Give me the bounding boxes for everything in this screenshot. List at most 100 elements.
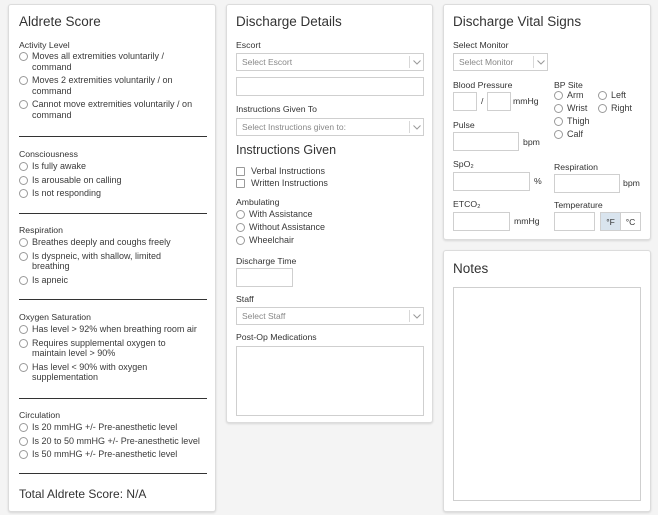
radio-button[interactable]: [19, 76, 28, 85]
post-op-medications-label: Post-Op Medications: [236, 332, 317, 342]
chevron-down-icon: [409, 56, 423, 68]
ambulating-option[interactable]: Without Assistance: [236, 222, 426, 233]
radio-button[interactable]: [19, 238, 28, 247]
radio-button[interactable]: [19, 100, 28, 109]
circulation-label: Circulation: [19, 410, 61, 420]
staff-label: Staff: [236, 294, 254, 304]
activity-option[interactable]: Cannot move extremities voluntarily / on…: [19, 99, 211, 120]
respiration-unit: bpm: [623, 178, 640, 188]
radio-button[interactable]: [19, 52, 28, 61]
spo2-unit: %: [534, 176, 542, 186]
spo2-input[interactable]: [453, 172, 530, 191]
notes-title: Notes: [453, 261, 489, 276]
total-aldrete-score: Total Aldrete Score: N/A: [19, 487, 146, 501]
monitor-select[interactable]: Select Monitor: [453, 53, 548, 71]
divider: [19, 473, 207, 474]
checkbox[interactable]: [236, 178, 245, 188]
discharge-details-panel: Discharge Details Escort Select Escort I…: [226, 4, 433, 423]
activity-level-label: Activity Level: [19, 40, 70, 50]
chevron-down-icon: [533, 56, 547, 68]
circulation-option[interactable]: Is 20 to 50 mmHG +/- Pre-anesthetic leve…: [19, 436, 211, 447]
radio-button[interactable]: [19, 175, 28, 185]
bp-side-option[interactable]: Right: [598, 103, 632, 114]
bp-separator: /: [481, 96, 484, 106]
ambulating-option[interactable]: Wheelchair: [236, 235, 426, 246]
temperature-input[interactable]: [554, 212, 595, 231]
escort-label: Escort: [236, 40, 261, 50]
written-instructions-option[interactable]: Written Instructions: [236, 178, 426, 189]
discharge-time-label: Discharge Time: [236, 256, 297, 266]
respiration-option[interactable]: Is apneic: [19, 275, 211, 286]
radio-button[interactable]: [554, 91, 563, 100]
checkbox[interactable]: [236, 167, 245, 176]
pulse-input[interactable]: [453, 132, 519, 151]
bp-systolic-input[interactable]: [453, 92, 477, 111]
consciousness-label: Consciousness: [19, 149, 78, 159]
respiration-input[interactable]: [554, 174, 620, 193]
radio-button[interactable]: [19, 436, 28, 446]
oxygen-option[interactable]: Has level < 90% with oxygen supplementati…: [19, 362, 211, 383]
divider: [19, 299, 207, 300]
radio-button[interactable]: [19, 338, 28, 348]
total-score-label: Total Aldrete Score:: [19, 487, 124, 501]
instructions-given-to-select[interactable]: Select Instructions given to:: [236, 118, 424, 136]
consciousness-option[interactable]: Is arousable on calling: [19, 175, 211, 186]
blood-pressure-label: Blood Pressure: [453, 80, 513, 90]
radio-button[interactable]: [19, 162, 28, 171]
temperature-unit-toggle: °F °C: [600, 212, 641, 231]
radio-button[interactable]: [554, 117, 563, 126]
radio-button[interactable]: [19, 189, 28, 198]
instructions-given-to-label: Instructions Given To: [236, 104, 317, 114]
fahrenheit-toggle[interactable]: °F: [601, 213, 621, 230]
etco2-label: ETCO₂: [453, 199, 481, 209]
select-monitor-label: Select Monitor: [453, 40, 509, 50]
radio-button[interactable]: [598, 91, 607, 100]
respiration-option[interactable]: Breathes deeply and coughs freely: [19, 237, 211, 248]
radio-button[interactable]: [598, 104, 607, 113]
oxygen-option[interactable]: Has level > 92% when breathing room air: [19, 324, 211, 335]
radio-button[interactable]: [236, 223, 245, 232]
respiration-label: Respiration: [19, 225, 63, 235]
radio-button[interactable]: [236, 210, 245, 219]
activity-option[interactable]: Moves 2 extremities voluntarily / on comm…: [19, 75, 211, 96]
notes-panel: Notes: [443, 250, 651, 512]
bp-site-option[interactable]: Calf: [554, 129, 590, 140]
chevron-down-icon: [409, 310, 423, 322]
bp-side-option[interactable]: Left: [598, 90, 632, 101]
notes-textarea[interactable]: [453, 287, 641, 501]
circulation-option[interactable]: Is 50 mmHG +/- Pre-anesthetic level: [19, 449, 211, 460]
divider: [19, 136, 207, 137]
escort-text-input[interactable]: [236, 77, 424, 96]
ambulating-option[interactable]: With Assistance: [236, 209, 426, 220]
consciousness-option[interactable]: Is fully awake: [19, 161, 211, 172]
divider: [19, 398, 207, 399]
radio-button[interactable]: [19, 450, 28, 459]
etco2-input[interactable]: [453, 212, 510, 231]
bp-site-option[interactable]: Thigh: [554, 116, 590, 127]
oxygen-option[interactable]: Requires supplemental oxygen to maintain …: [19, 338, 211, 359]
activity-option[interactable]: Moves all extremities voluntarily / comma…: [19, 51, 211, 72]
discharge-time-input[interactable]: [236, 268, 293, 287]
radio-button[interactable]: [19, 362, 28, 372]
radio-button[interactable]: [19, 325, 28, 334]
bp-diastolic-input[interactable]: [487, 92, 511, 111]
escort-select[interactable]: Select Escort: [236, 53, 424, 71]
radio-button[interactable]: [554, 104, 563, 113]
celsius-toggle[interactable]: °C: [621, 213, 640, 230]
bp-site-option[interactable]: Wrist: [554, 103, 590, 114]
radio-button[interactable]: [19, 251, 28, 261]
divider: [19, 213, 207, 214]
radio-button[interactable]: [236, 236, 245, 245]
total-score-value: N/A: [126, 487, 147, 501]
post-op-medications-textarea[interactable]: [236, 346, 424, 416]
verbal-instructions-option[interactable]: Verbal Instructions: [236, 166, 426, 177]
bp-site-option[interactable]: Arm: [554, 90, 590, 101]
respiration-option[interactable]: Is dyspneic, with shallow, limited breath…: [19, 251, 211, 272]
consciousness-option[interactable]: Is not responding: [19, 188, 211, 199]
discharge-vital-signs-panel: Discharge Vital Signs Select Monitor Sel…: [443, 4, 651, 240]
circulation-option[interactable]: Is 20 mmHG +/- Pre-anesthetic level: [19, 422, 211, 433]
radio-button[interactable]: [19, 423, 28, 432]
staff-select[interactable]: Select Staff: [236, 307, 424, 325]
radio-button[interactable]: [554, 130, 563, 139]
radio-button[interactable]: [19, 275, 28, 285]
